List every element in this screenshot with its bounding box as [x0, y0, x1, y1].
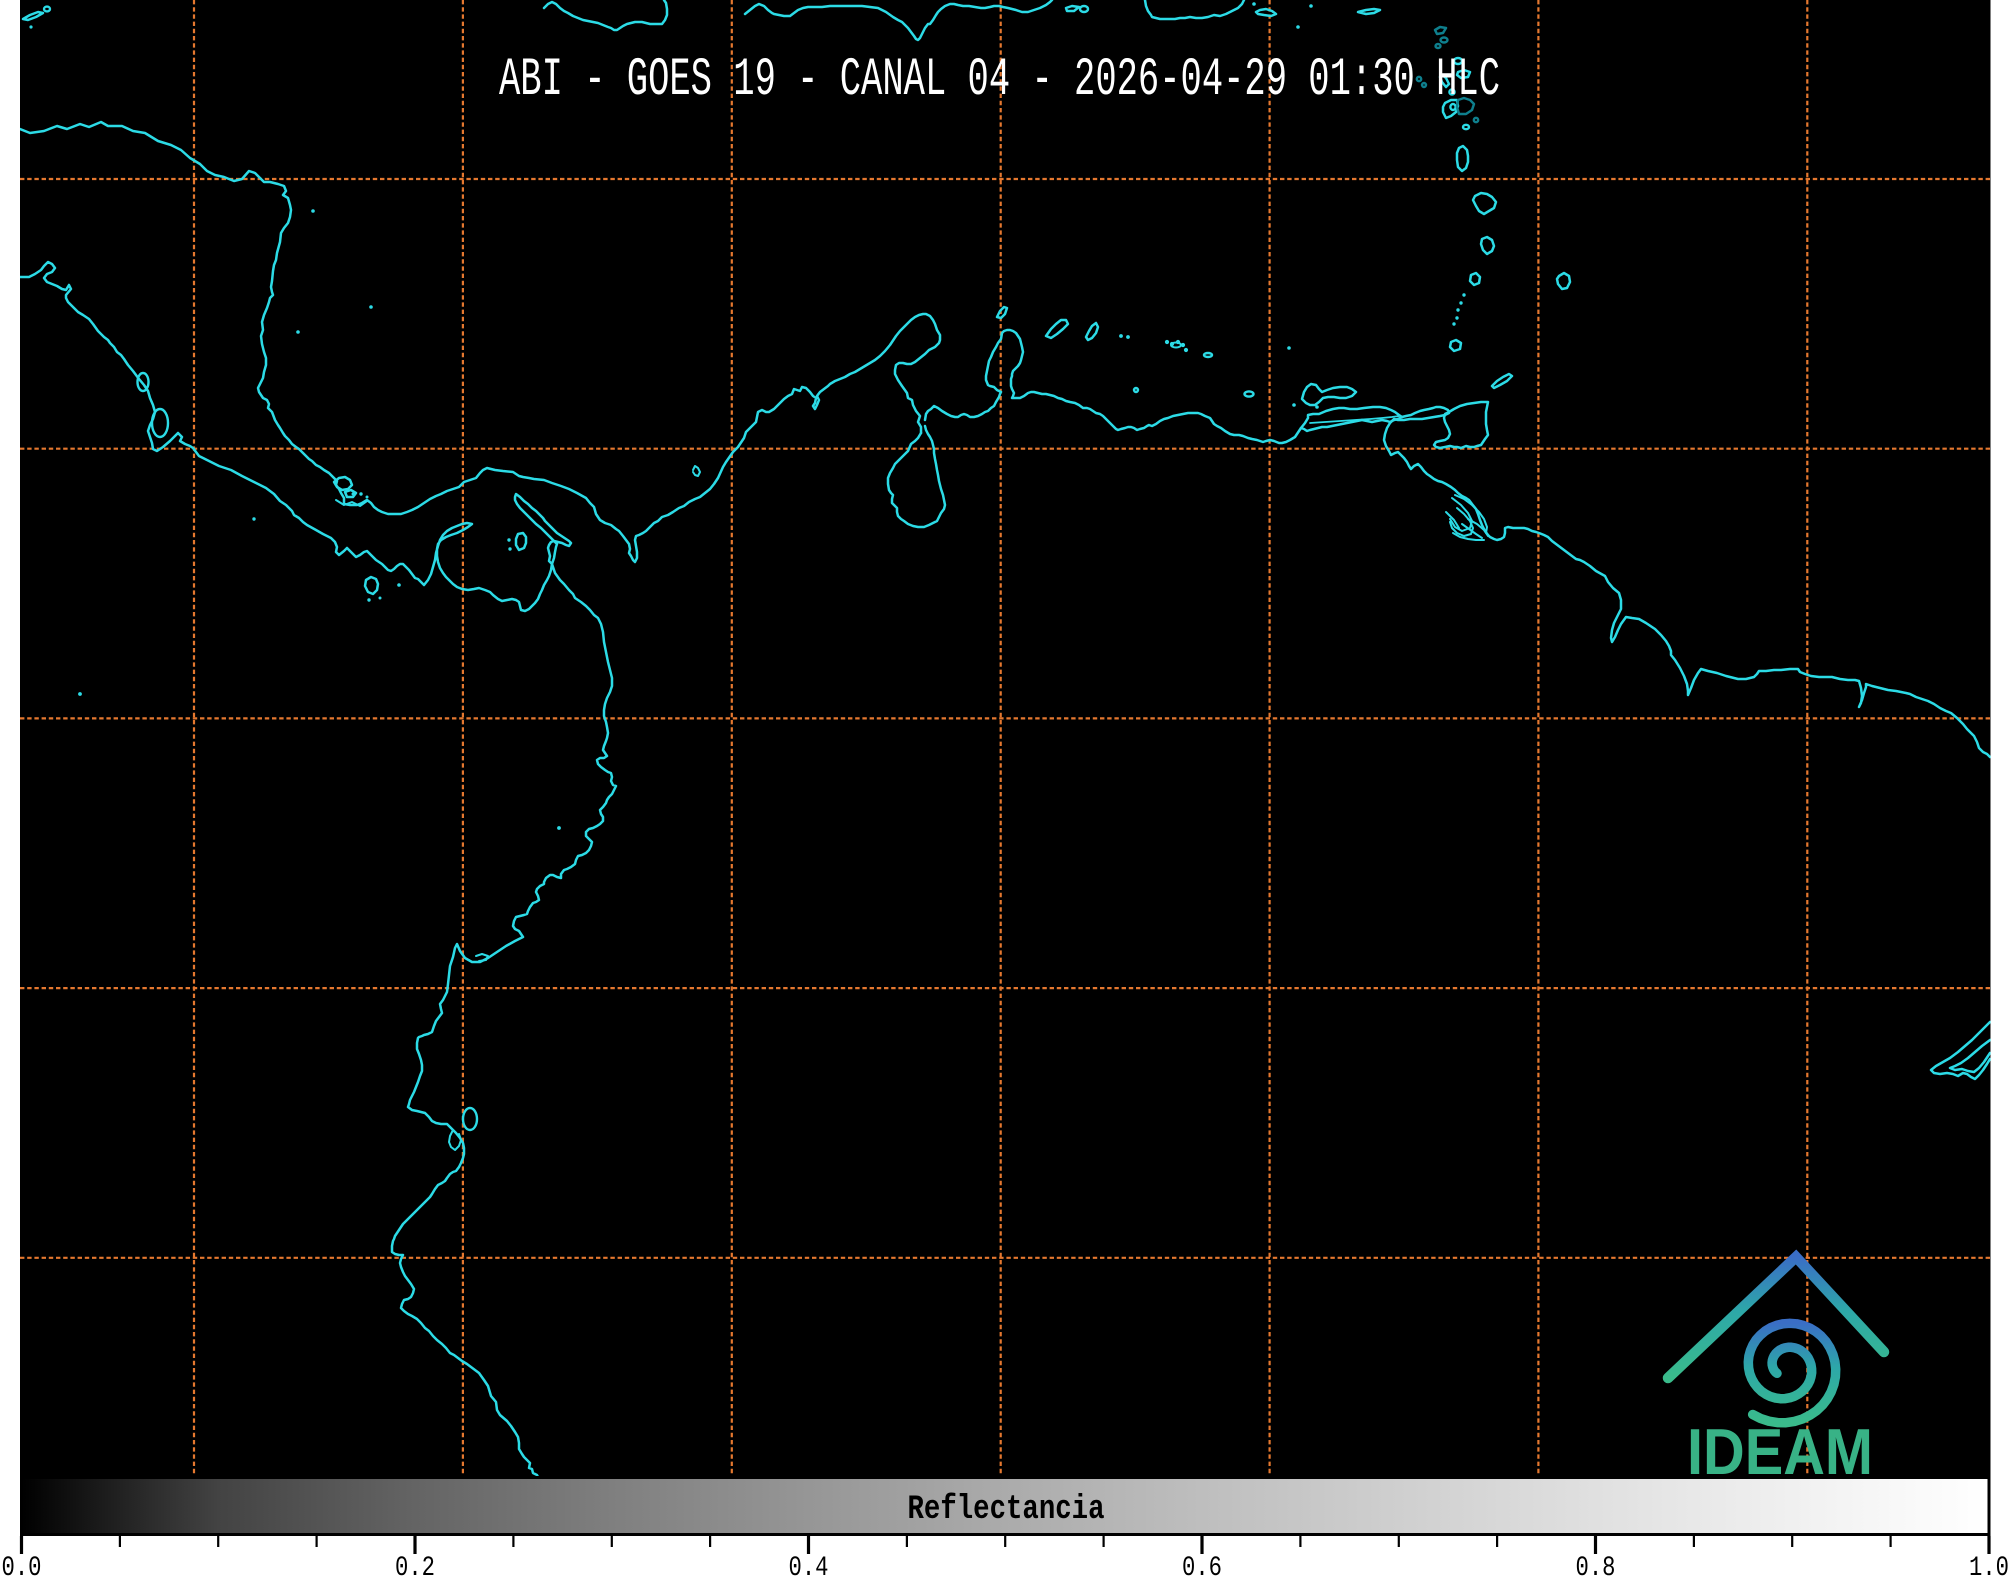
svg-text:0.0: 0.0 [2, 1553, 42, 1577]
svg-text:ABI - GOES 19 - CANAL 04 - 202: ABI - GOES 19 - CANAL 04 - 2026-04-29 01… [499, 50, 1500, 111]
svg-text:0.2: 0.2 [395, 1553, 435, 1577]
svg-text:0.6: 0.6 [1182, 1553, 1222, 1577]
svg-text:1.0: 1.0 [1969, 1553, 2009, 1577]
svg-text:Reflectancia: Reflectancia [908, 1491, 1105, 1529]
svg-text:0.8: 0.8 [1576, 1553, 1616, 1577]
svg-text:0.4: 0.4 [789, 1553, 829, 1577]
